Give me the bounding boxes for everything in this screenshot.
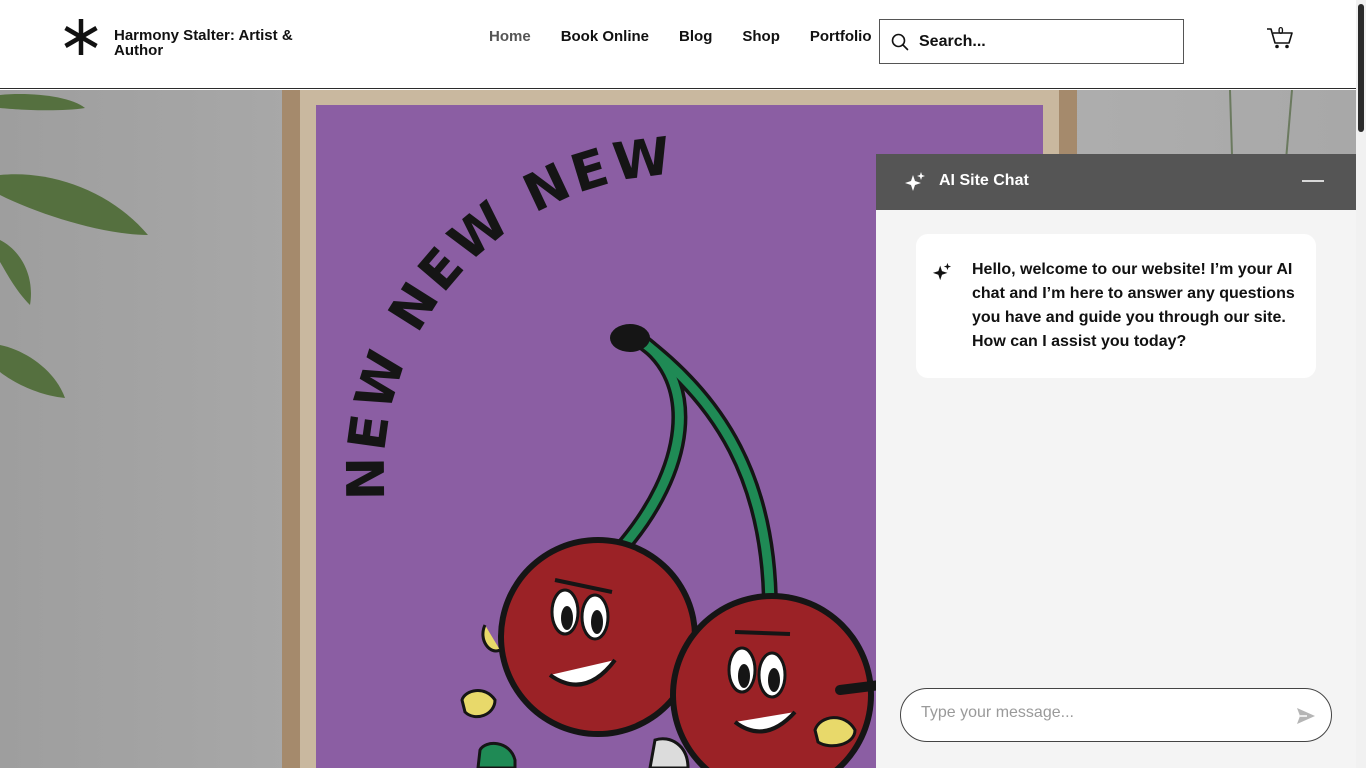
nav-blog[interactable]: Blog xyxy=(679,28,712,45)
scrollbar-thumb[interactable] xyxy=(1358,4,1364,132)
search-icon xyxy=(891,33,909,50)
chat-title: AI Site Chat xyxy=(939,172,1029,189)
nav-book-online[interactable]: Book Online xyxy=(561,28,649,45)
page-scrollbar[interactable] xyxy=(1356,0,1366,768)
sparkle-icon xyxy=(905,172,925,191)
chat-message: Hello, welcome to our website! I’m your … xyxy=(916,234,1316,378)
sparkle-icon xyxy=(932,262,952,281)
asterisk-logo-icon[interactable] xyxy=(62,18,100,56)
nav-shop[interactable]: Shop xyxy=(742,28,780,45)
search-input[interactable] xyxy=(919,32,1159,51)
site-title[interactable]: Harmony Stalter: Artist & Author xyxy=(114,28,314,58)
nav-portfolio[interactable]: Portfolio xyxy=(810,28,872,45)
search-bar[interactable] xyxy=(879,19,1184,64)
chat-header: AI Site Chat xyxy=(876,154,1356,210)
main-nav: Home Book Online Blog Shop Portfolio xyxy=(489,28,902,45)
chat-message-input[interactable] xyxy=(921,704,1281,722)
minimize-icon[interactable] xyxy=(1302,179,1326,183)
chat-message-text: Hello, welcome to our website! I’m your … xyxy=(972,261,1295,350)
chat-input-box[interactable] xyxy=(900,688,1332,742)
send-icon[interactable] xyxy=(1295,705,1317,727)
nav-home[interactable]: Home xyxy=(489,28,531,45)
cart-count: 0 xyxy=(1278,26,1284,37)
ai-chat-panel: AI Site Chat Hello, welcome to our websi… xyxy=(876,154,1356,768)
site-header: Harmony Stalter: Artist & Author Home Bo… xyxy=(0,0,1356,89)
